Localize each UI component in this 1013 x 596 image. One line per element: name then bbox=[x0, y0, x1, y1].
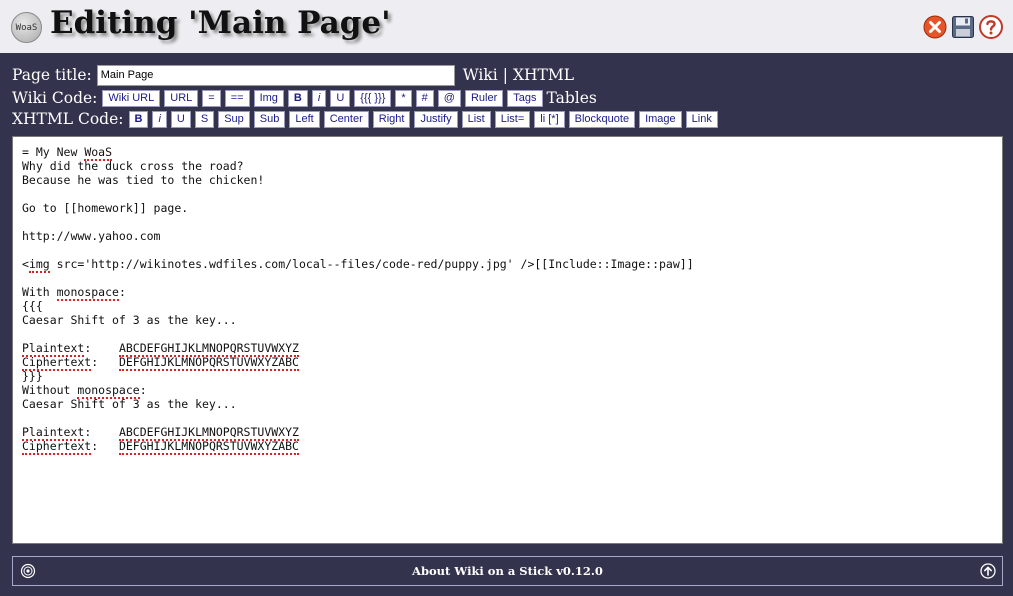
underline-button[interactable]: U bbox=[330, 89, 351, 107]
url-button[interactable]: URL bbox=[164, 89, 199, 107]
misspelled-word: monospace bbox=[56, 285, 119, 301]
img-button[interactable]: Img bbox=[253, 89, 284, 107]
xhtml-bold-button[interactable]: B bbox=[128, 110, 149, 128]
woas-logo: WoaS bbox=[11, 12, 42, 43]
misspelled-word: img bbox=[28, 257, 50, 273]
bullet-list-button[interactable]: * bbox=[395, 89, 412, 107]
editor-line: Caesar Shift of 3 as the key... bbox=[22, 313, 237, 327]
align-center-button[interactable]: Center bbox=[323, 110, 369, 128]
xhtml-code-label: XHTML Code: bbox=[12, 110, 124, 128]
editor-line: <img src='http://wikinotes.wdfiles.com/l… bbox=[22, 257, 694, 273]
xhtml-code-toolbar: XHTML Code: B i U S Sup Sub Left Center … bbox=[12, 109, 722, 129]
wiki-mode-link[interactable]: Wiki bbox=[463, 66, 498, 84]
page-title: Editing 'Main Page' bbox=[50, 5, 391, 41]
image-button[interactable]: Image bbox=[639, 110, 682, 128]
scroll-up-icon[interactable] bbox=[980, 563, 996, 579]
list-button[interactable]: List bbox=[461, 110, 491, 128]
bold-button[interactable]: B bbox=[287, 89, 308, 107]
align-right-button[interactable]: Right bbox=[372, 110, 411, 128]
sup-button[interactable]: Sup bbox=[218, 110, 250, 128]
numbered-list-button[interactable]: # bbox=[415, 89, 434, 107]
editor-line: Because he was tied to the chicken! bbox=[22, 173, 265, 187]
editor-line: Go to [[homework]] page. bbox=[22, 201, 189, 215]
sub-button[interactable]: Sub bbox=[253, 110, 286, 128]
wiki-url-button[interactable]: Wiki URL bbox=[102, 89, 161, 107]
page-title-label: Page title: bbox=[12, 66, 92, 84]
header-bar: WoaS Editing 'Main Page' bbox=[0, 0, 1013, 53]
heading2-button[interactable]: == bbox=[224, 89, 250, 107]
help-icon[interactable] bbox=[979, 15, 1003, 39]
close-icon[interactable] bbox=[923, 15, 947, 39]
misspelled-word: Ciphertext bbox=[22, 439, 92, 455]
editor-line: Ciphertext: DEFGHIJKLMNOPQRSTUVWXYZABC bbox=[22, 355, 299, 371]
misspelled-word: DEFGHIJKLMNOPQRSTUVWXYZABC bbox=[118, 355, 299, 371]
mode-separator: | bbox=[502, 66, 508, 84]
justify-button[interactable]: Justify bbox=[414, 110, 458, 128]
editor-line: {{{ bbox=[22, 299, 43, 313]
xhtml-mode-link[interactable]: XHTML bbox=[513, 66, 574, 84]
tags-button[interactable]: Tags bbox=[507, 89, 543, 107]
wiki-code-toolbar: Wiki Code: Wiki URL URL = == Img B i U {… bbox=[12, 88, 597, 108]
save-icon[interactable] bbox=[951, 15, 975, 39]
editor-textarea[interactable]: = My New WoaS Why did the duck cross the… bbox=[12, 136, 1003, 544]
monospace-button[interactable]: {{{ }}} bbox=[354, 89, 392, 107]
xhtml-strike-button[interactable]: S bbox=[194, 110, 215, 128]
list-item-button[interactable]: li [*] bbox=[534, 110, 565, 128]
editor-line: }}} bbox=[22, 369, 43, 383]
xhtml-italic-button[interactable]: i bbox=[152, 110, 167, 128]
wiki-code-label: Wiki Code: bbox=[12, 89, 98, 107]
align-left-button[interactable]: Left bbox=[289, 110, 320, 128]
at-button[interactable]: @ bbox=[437, 89, 461, 107]
ordered-list-button[interactable]: List= bbox=[494, 110, 531, 128]
ruler-button[interactable]: Ruler bbox=[464, 89, 504, 107]
blockquote-button[interactable]: Blockquote bbox=[568, 110, 636, 128]
editor-line: Ciphertext: DEFGHIJKLMNOPQRSTUVWXYZABC bbox=[22, 439, 299, 455]
italic-button[interactable]: i bbox=[311, 89, 327, 107]
misspelled-word: DEFGHIJKLMNOPQRSTUVWXYZABC bbox=[118, 439, 299, 455]
footer-bar: About Wiki on a Stick v0.12.0 bbox=[12, 556, 1003, 586]
editor-line: Why did the duck cross the road? bbox=[22, 159, 244, 173]
heading1-button[interactable]: = bbox=[202, 89, 221, 107]
page-title-input[interactable] bbox=[96, 64, 455, 86]
editor-line: http://www.yahoo.com bbox=[22, 229, 161, 243]
tables-link[interactable]: Tables bbox=[547, 89, 597, 107]
editor-line: Caesar Shift of 3 as the key... bbox=[22, 397, 237, 411]
xhtml-underline-button[interactable]: U bbox=[170, 110, 191, 128]
link-button[interactable]: Link bbox=[685, 110, 718, 128]
about-link[interactable]: About Wiki on a Stick v0.12.0 bbox=[13, 564, 1002, 578]
page-title-row: Page title: Wiki | XHTML bbox=[12, 64, 574, 86]
